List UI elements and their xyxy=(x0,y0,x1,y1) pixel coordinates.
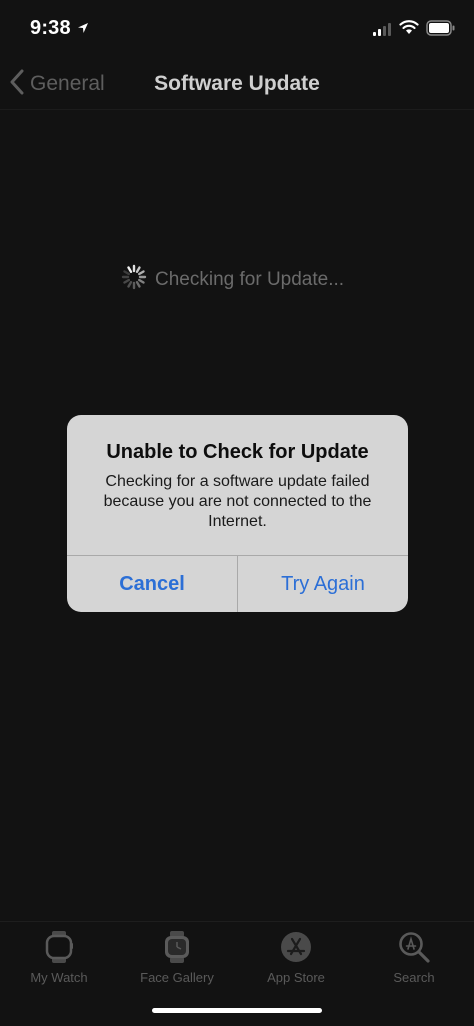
tab-label: Face Gallery xyxy=(140,970,214,985)
tab-app-store[interactable]: App Store xyxy=(237,930,355,985)
checking-status: Checking for Update... xyxy=(121,264,344,295)
home-indicator[interactable] xyxy=(152,1008,322,1013)
screen: 9:38 General Software Update Checking fo… xyxy=(0,0,474,1026)
alert-message-line: because you are not connected to the xyxy=(103,493,372,510)
face-gallery-icon xyxy=(118,930,236,964)
location-arrow-icon xyxy=(77,21,89,39)
tab-label: My Watch xyxy=(30,970,88,985)
spinner-icon xyxy=(121,264,147,295)
signal-icon xyxy=(373,22,393,41)
cancel-button[interactable]: Cancel xyxy=(67,556,238,612)
battery-icon xyxy=(426,20,456,41)
navigation-bar: General Software Update xyxy=(0,58,474,110)
alert-message: Checking for a software update failed be… xyxy=(85,472,390,532)
status-time: 9:38 xyxy=(30,17,71,39)
watch-icon xyxy=(0,930,118,964)
checking-text: Checking for Update... xyxy=(155,268,345,290)
search-icon xyxy=(355,930,473,964)
tab-label: Search xyxy=(393,970,435,985)
tab-search[interactable]: Search xyxy=(355,930,473,985)
app-store-icon xyxy=(237,930,355,964)
try-again-button[interactable]: Try Again xyxy=(238,556,408,612)
status-bar: 9:38 xyxy=(0,0,474,58)
tab-label: App Store xyxy=(267,970,325,985)
alert-dialog: Unable to Check for Update Checking for … xyxy=(67,415,408,612)
alert-message-line: Internet. xyxy=(208,513,267,530)
alert-message-line: Checking for a software update failed xyxy=(105,473,370,490)
wifi-icon xyxy=(399,19,419,40)
tab-my-watch[interactable]: My Watch xyxy=(0,930,118,985)
alert-buttons: Cancel Try Again xyxy=(67,555,408,612)
page-title: Software Update xyxy=(154,72,320,95)
tab-face-gallery[interactable]: Face Gallery xyxy=(118,930,236,985)
alert-title: Unable to Check for Update xyxy=(106,441,369,463)
